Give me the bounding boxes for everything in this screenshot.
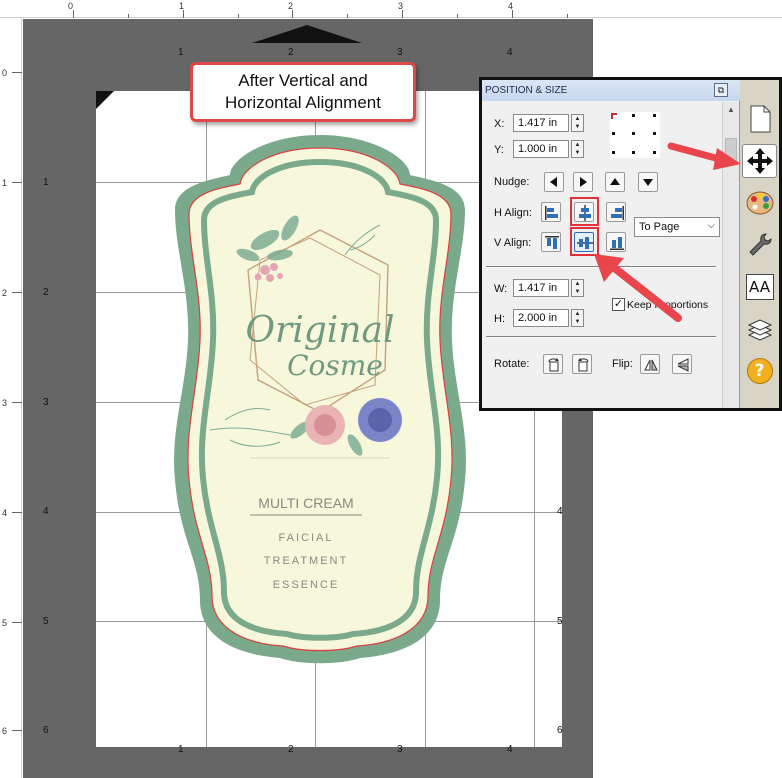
- page-ruler-label: 3: [397, 744, 403, 755]
- x-field[interactable]: 1.417 in: [513, 114, 569, 132]
- panel-expand-button[interactable]: ⧉: [714, 83, 728, 97]
- y-field[interactable]: 1.000 in: [513, 140, 569, 158]
- height-stepper[interactable]: ▲ ▼: [571, 309, 584, 327]
- rotate-right-button[interactable]: [572, 354, 592, 374]
- product-name: MULTI CREAM: [258, 495, 353, 511]
- ruler-label: 1: [2, 178, 8, 188]
- w-label: W:: [494, 283, 508, 295]
- align-target-value: To Page: [639, 221, 680, 233]
- product-desc-line3: ESSENCE: [273, 579, 340, 591]
- page-ruler-label: 3: [43, 397, 49, 408]
- align-top-button[interactable]: [541, 232, 561, 252]
- pointer-arrow-icon: [594, 254, 682, 322]
- ruler-label: 2: [2, 288, 8, 298]
- left-ruler: 0 1 2 3 4 5 6: [0, 18, 22, 778]
- callout-line2: Horizontal Alignment: [225, 93, 381, 112]
- label-artwork[interactable]: Original Cosme MULTI CREAM FAICIAL TREAT…: [170, 130, 470, 675]
- align-bottom-button[interactable]: [606, 232, 626, 252]
- scroll-up-icon[interactable]: ▲: [725, 104, 737, 116]
- page-ruler-label: 1: [178, 47, 184, 58]
- move-position-icon[interactable]: [742, 144, 777, 178]
- align-left-button[interactable]: [541, 202, 561, 222]
- page-ruler-label: 1: [178, 744, 184, 755]
- x-label: X:: [494, 118, 505, 130]
- pointer-arrow-icon: [667, 142, 741, 170]
- callout-line1: After Vertical and: [238, 71, 368, 90]
- align-right-button[interactable]: [606, 202, 626, 222]
- nudge-left-button[interactable]: [544, 172, 564, 192]
- v-align-label: V Align:: [494, 237, 532, 249]
- palette-icon[interactable]: [742, 186, 777, 220]
- app-screen: 0 1 2 3 4 0 1 2 3 4 5 6 1 2 3 4 1 2 3 4 …: [0, 0, 782, 778]
- page-ruler-label: 2: [288, 47, 294, 58]
- text-size-icon[interactable]: AA: [742, 270, 777, 304]
- product-desc-line2: TREATMENT: [264, 555, 348, 567]
- ruler-label: 0: [2, 68, 8, 78]
- width-stepper[interactable]: ▲ ▼: [571, 279, 584, 297]
- flip-vertical-button[interactable]: [672, 354, 692, 374]
- rotate-left-button[interactable]: [543, 354, 563, 374]
- divider: [486, 336, 716, 338]
- page-ruler-label: 5: [43, 616, 49, 627]
- ruler-label: 4: [2, 508, 8, 518]
- reference-point-icon[interactable]: [608, 110, 662, 160]
- h-align-highlight: [570, 197, 599, 226]
- chevron-down-icon: ⌵: [707, 220, 715, 231]
- brand-title-line1: Original: [246, 310, 395, 351]
- align-target-select[interactable]: To Page ⌵: [634, 217, 720, 237]
- brand-title-line2: Cosme: [287, 349, 383, 382]
- page-ruler-label: 6: [43, 725, 49, 736]
- flip-horizontal-button[interactable]: [640, 354, 660, 374]
- nudge-right-button[interactable]: [573, 172, 593, 192]
- registration-mark-icon: [96, 91, 114, 109]
- help-icon[interactable]: ?: [742, 354, 777, 388]
- top-ruler: 0 1 2 3 4: [0, 0, 782, 18]
- height-field[interactable]: 2.000 in: [513, 309, 569, 327]
- page-icon[interactable]: [742, 102, 777, 136]
- wrench-icon[interactable]: [742, 228, 777, 262]
- panel-title-text: POSITION & SIZE: [485, 85, 568, 96]
- page-ruler-label: 5: [557, 616, 563, 627]
- rotate-label: Rotate:: [494, 358, 530, 370]
- layers-icon[interactable]: [742, 312, 777, 346]
- page-ruler-label: 4: [557, 506, 563, 517]
- page-ruler-label: 4: [507, 47, 513, 58]
- ruler-label: 5: [2, 618, 8, 628]
- position-size-panel: POSITION & SIZE ⧉ ▲ X: 1.417 in ▲ ▼ Y: 1.…: [482, 80, 740, 408]
- ruler-label: 3: [2, 398, 8, 408]
- width-field[interactable]: 1.417 in: [513, 279, 569, 297]
- page-ruler-label: 3: [397, 47, 403, 58]
- page-ruler-label: 1: [43, 177, 49, 188]
- h-label: H:: [494, 313, 505, 325]
- product-desc-line1: FAICIAL: [279, 532, 334, 544]
- nudge-up-button[interactable]: [605, 172, 625, 192]
- flip-label: Flip:: [612, 358, 633, 370]
- panel-title: POSITION & SIZE ⧉: [482, 80, 740, 101]
- page-ruler-label: 2: [43, 287, 49, 298]
- nudge-label: Nudge:: [494, 176, 530, 188]
- page-ruler-label: 4: [43, 506, 49, 517]
- side-toolbar: AA ?: [740, 80, 779, 408]
- annotation-callout: After Vertical and Horizontal Alignment: [190, 62, 416, 122]
- page-center-marker-icon: [252, 25, 362, 43]
- page-ruler-label: 2: [288, 744, 294, 755]
- nudge-down-button[interactable]: [638, 172, 658, 192]
- page-ruler-label: 4: [507, 744, 513, 755]
- x-stepper[interactable]: ▲ ▼: [571, 114, 584, 132]
- y-label: Y:: [494, 144, 504, 156]
- page-ruler-label: 6: [557, 725, 563, 736]
- h-align-label: H Align:: [494, 207, 532, 219]
- ruler-label: 6: [2, 726, 8, 736]
- y-stepper[interactable]: ▲ ▼: [571, 140, 584, 158]
